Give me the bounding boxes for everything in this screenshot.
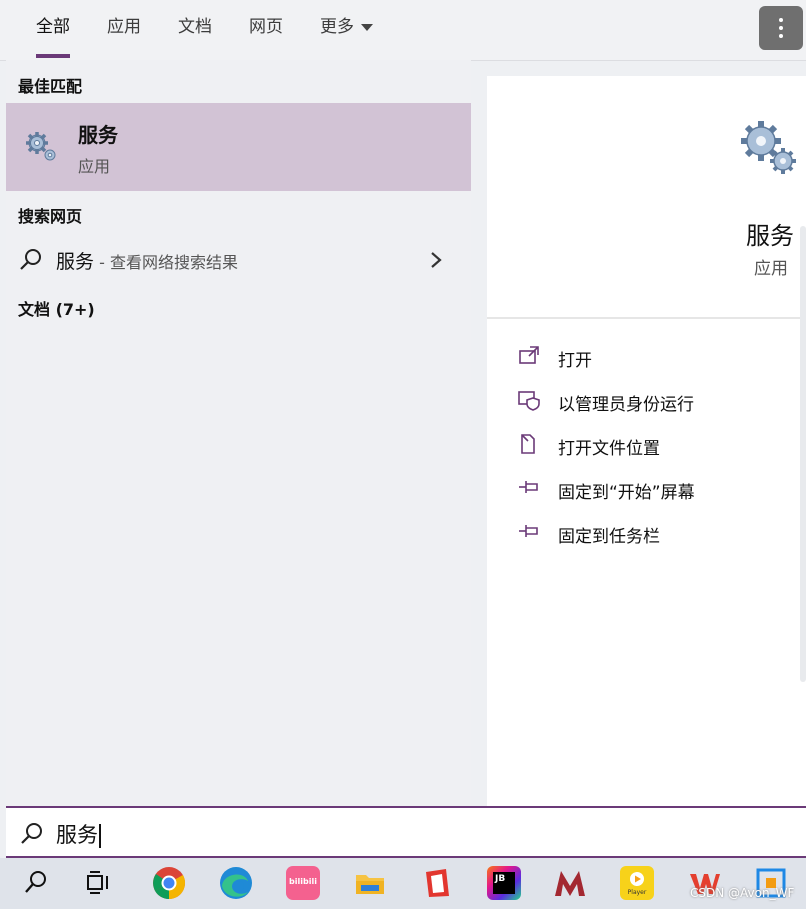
caret-down-icon xyxy=(361,23,373,31)
taskbar: bilibili JB Player xyxy=(0,858,806,909)
task-view-icon[interactable] xyxy=(82,866,116,900)
action-open[interactable]: 打开 xyxy=(517,342,797,372)
gears-icon xyxy=(26,132,56,161)
pin-icon xyxy=(519,481,538,493)
tab-label: 网页 xyxy=(249,17,283,37)
section-web-search: 搜索网页 xyxy=(18,207,83,226)
search-input[interactable]: 服务 xyxy=(56,819,101,849)
chevron-right-icon[interactable] xyxy=(429,250,443,270)
tab-label: 全部 xyxy=(36,17,70,37)
search-value: 服务 xyxy=(56,823,98,847)
preview-type: 应用 xyxy=(754,259,788,279)
action-label: 以管理员身份运行 xyxy=(558,395,694,415)
search-icon[interactable] xyxy=(18,866,52,900)
tab-apps[interactable]: 应用 xyxy=(107,12,141,58)
action-run-as-admin[interactable]: 以管理员身份运行 xyxy=(517,386,797,416)
play-icon xyxy=(630,872,644,886)
gears-icon xyxy=(741,121,796,174)
watermark: CSDN @Avon_WF xyxy=(690,886,795,900)
potplayer-icon[interactable]: Player xyxy=(620,866,654,900)
more-options-button[interactable] xyxy=(759,6,803,50)
tab-web[interactable]: 网页 xyxy=(249,12,283,58)
mendeley-icon[interactable] xyxy=(553,866,587,900)
chrome-icon[interactable] xyxy=(152,866,186,900)
web-search-query: 服务 xyxy=(56,251,95,273)
search-icon xyxy=(20,249,41,270)
open-icon xyxy=(519,346,539,364)
tab-more[interactable]: 更多 xyxy=(320,12,373,58)
search-icon xyxy=(21,823,42,844)
web-search-item[interactable]: 服务 - 查看网络搜索结果 xyxy=(6,240,471,282)
scrollbar[interactable] xyxy=(800,226,806,682)
text-cursor xyxy=(99,824,101,848)
action-label: 固定到“开始”屏幕 xyxy=(558,483,695,503)
admin-shield-icon xyxy=(518,391,540,411)
action-pin-to-start[interactable]: 固定到“开始”屏幕 xyxy=(517,474,797,504)
tab-label: 文档 xyxy=(178,17,212,37)
jetbrains-icon[interactable]: JB xyxy=(487,866,521,900)
jetbrains-text: JB xyxy=(495,874,506,884)
bilibili-icon[interactable]: bilibili xyxy=(286,866,320,900)
tab-documents[interactable]: 文档 xyxy=(178,12,212,58)
web-search-text: 服务 - 查看网络搜索结果 xyxy=(56,247,238,274)
potplayer-text: Player xyxy=(627,889,647,896)
action-open-file-location[interactable]: 打开文件位置 xyxy=(517,430,797,460)
best-match-item[interactable]: 服务 应用 xyxy=(6,103,471,191)
action-label: 固定到任务栏 xyxy=(558,527,660,547)
bilibili-text: bilibili xyxy=(289,877,317,886)
action-label: 打开文件位置 xyxy=(558,439,660,459)
tab-label: 应用 xyxy=(107,17,141,37)
tab-all[interactable]: 全部 xyxy=(36,12,70,58)
action-label: 打开 xyxy=(558,351,592,371)
preview-title: 服务 xyxy=(746,222,794,250)
file-explorer-icon[interactable] xyxy=(353,866,387,900)
action-pin-to-taskbar[interactable]: 固定到任务栏 xyxy=(517,518,797,548)
pin-icon xyxy=(519,525,538,537)
search-box[interactable]: 服务 xyxy=(6,806,806,858)
section-best-match: 最佳匹配 xyxy=(18,77,83,96)
preview-panel: 服务 应用 打开 以管理员身份运行 打开文件位置 固定到“开始”屏幕 固定到任务… xyxy=(487,76,806,806)
web-search-hint: - 查看网络搜索结果 xyxy=(94,253,238,272)
divider xyxy=(487,317,806,319)
edge-icon[interactable] xyxy=(219,866,253,900)
results-list: 最佳匹配 服务 应用 搜索网页 服务 - 查看网络搜索结果 文档 (7+) xyxy=(6,60,471,806)
best-match-title: 服务 xyxy=(78,123,118,147)
best-match-subtitle: 应用 xyxy=(78,157,111,176)
red-app-icon[interactable] xyxy=(420,866,454,900)
section-documents: 文档 (7+) xyxy=(18,300,95,319)
tab-label: 更多 xyxy=(320,17,354,37)
file-location-icon xyxy=(521,434,535,454)
filter-tab-bar: 全部 应用 文档 网页 更多 xyxy=(0,0,806,61)
